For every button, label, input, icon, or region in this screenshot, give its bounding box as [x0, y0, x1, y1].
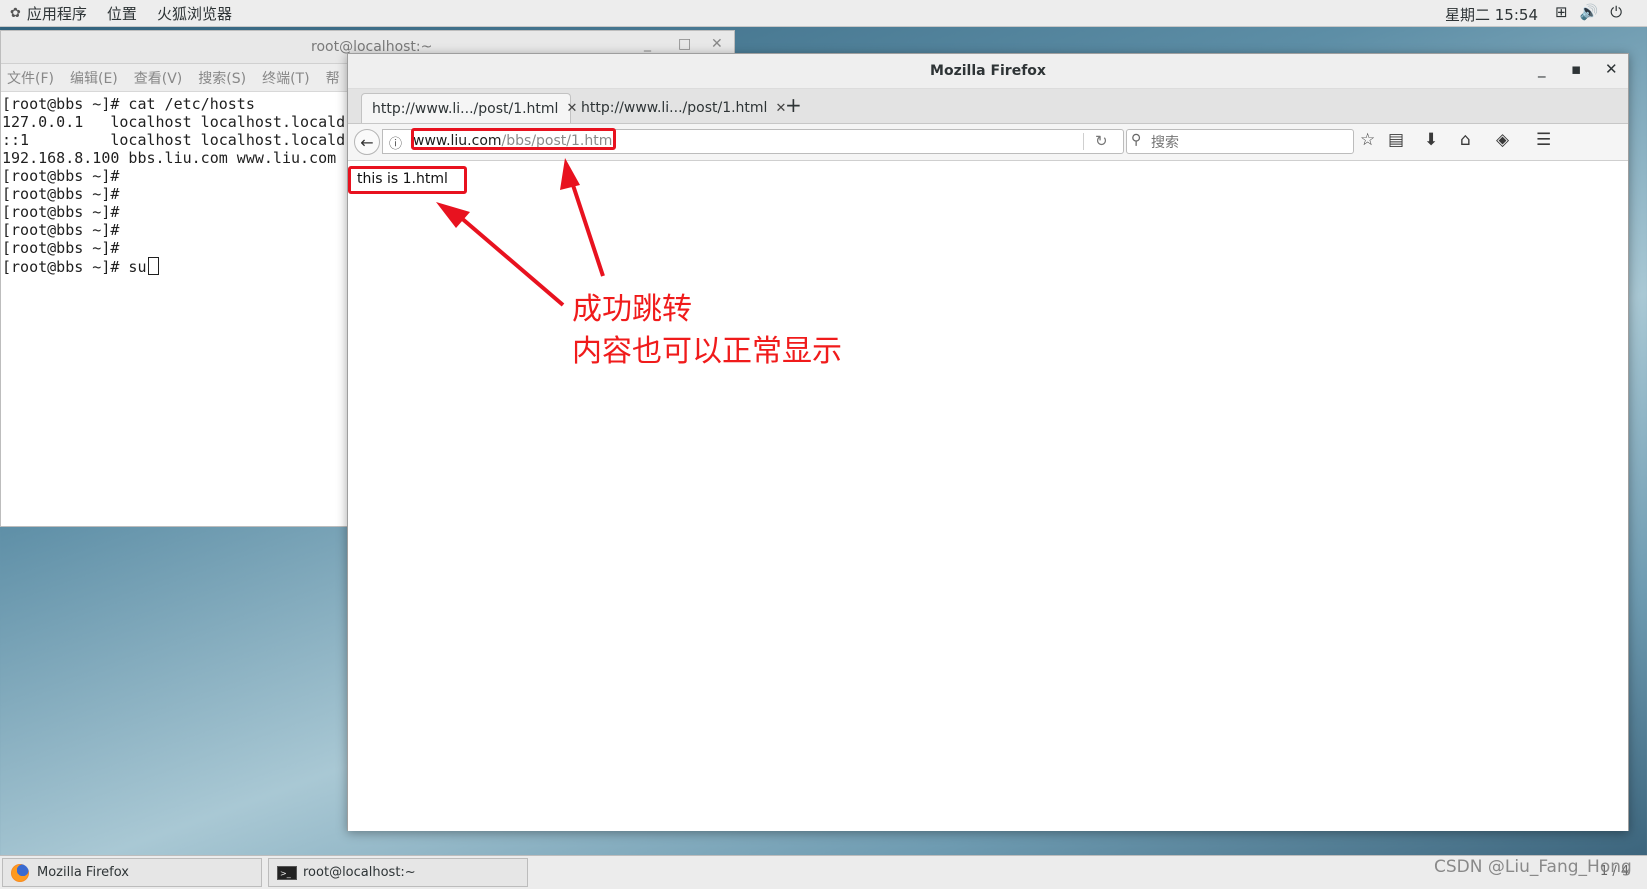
arrow-head-icon — [436, 202, 470, 228]
taskbar-item-terminal[interactable]: >_ root@localhost:~ — [268, 858, 528, 887]
terminal-icon: >_ — [277, 865, 297, 880]
arrow-head-icon — [560, 158, 580, 190]
annotation-line-2: 内容也可以正常显示 — [572, 334, 842, 369]
taskbar-item-label: Mozilla Firefox — [37, 865, 129, 880]
arrow-to-content — [450, 208, 565, 307]
watermark: CSDN @Liu_Fang_Hong — [1434, 857, 1632, 877]
annotation-arrows — [436, 158, 605, 307]
taskbar-item-label: root@localhost:~ — [303, 865, 416, 880]
annotation-line-1: 成功跳转 — [572, 292, 692, 327]
taskbar-item-firefox[interactable]: Mozilla Firefox — [2, 858, 262, 887]
firefox-logo-icon — [11, 863, 29, 882]
taskbar: Mozilla Firefox >_ root@localhost:~ 1 / … — [0, 855, 1647, 889]
arrow-to-url — [568, 175, 605, 277]
